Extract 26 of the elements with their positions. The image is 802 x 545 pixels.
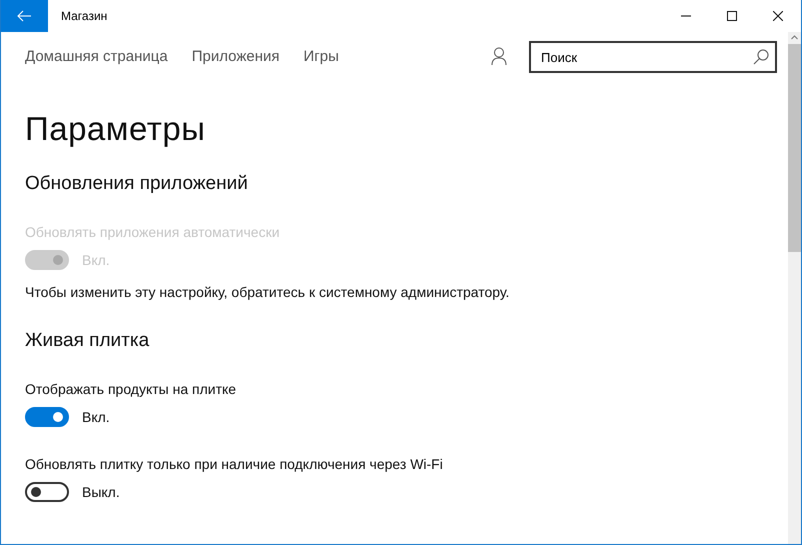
setting-label: Обновлять плитку только при наличие подключения через Wi-Fi	[25, 456, 444, 472]
toggle-state-text: Выкл.	[82, 484, 120, 500]
page-title: Параметры	[25, 110, 206, 148]
scrollbar-thumb[interactable]	[788, 44, 801, 252]
toggle-state-text: Вкл.	[82, 409, 110, 425]
setting-label: Обновлять приложения автоматически	[25, 224, 281, 240]
search-icon	[753, 49, 769, 65]
minimize-icon	[681, 15, 691, 17]
toggle-switch[interactable]	[25, 482, 69, 502]
nav-link[interactable]: Приложения	[192, 48, 280, 64]
info-text: Чтобы изменить эту настройку, обратитесь к системному администратору.	[25, 284, 510, 300]
back-arrow-icon	[17, 10, 31, 22]
section-heading: Живая плитка	[25, 330, 150, 352]
close-icon	[773, 11, 783, 21]
setting-label: Отображать продукты на плитке	[25, 381, 238, 397]
maximize-icon	[727, 11, 737, 21]
scrollbar[interactable]	[788, 32, 801, 544]
nav-link[interactable]: Игры	[303, 48, 339, 64]
nav-link[interactable]: Домашняя страница	[25, 48, 168, 64]
search-field[interactable]: Поиск	[529, 41, 777, 73]
section-heading: Обновления приложений	[25, 173, 249, 195]
toggle-switch[interactable]	[25, 407, 69, 427]
window-title: Магазин	[61, 9, 108, 23]
user-icon	[491, 47, 507, 65]
back-button[interactable]	[1, 0, 48, 32]
toggle-state-text: Вкл.	[82, 252, 110, 268]
